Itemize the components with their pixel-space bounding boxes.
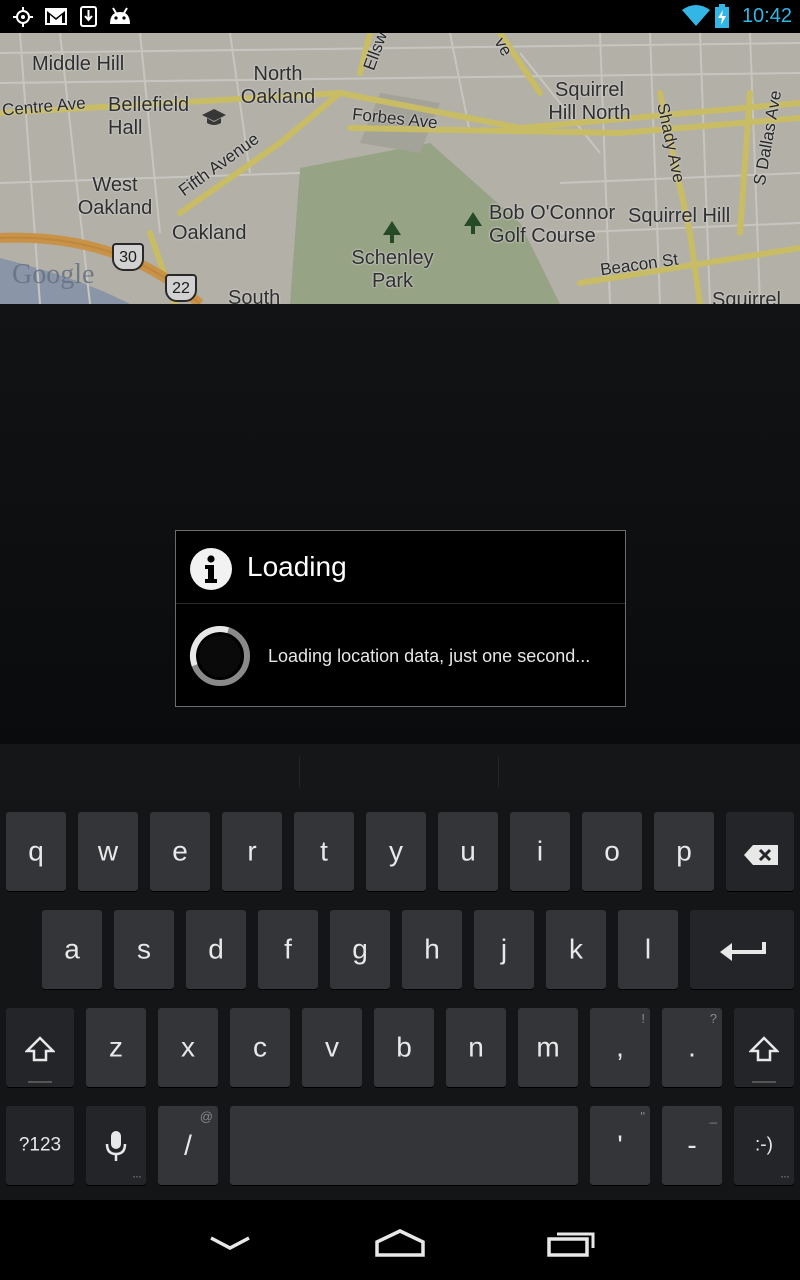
key-x[interactable]: x [158,1008,218,1087]
voice-input-key[interactable]: ··· [86,1106,146,1185]
key-u[interactable]: u [438,812,498,891]
map-label-middle-hill: Middle Hill [32,53,125,75]
key-slash[interactable]: / @ [158,1106,218,1185]
key-t[interactable]: t [294,812,354,891]
route-shield-30: 30 [112,243,144,271]
shift-indicator [752,1081,776,1083]
key-g[interactable]: g [330,910,390,989]
gmail-icon [45,8,67,29]
map-label-golf-course: Bob O'Connor Golf Course [489,202,616,247]
key-c[interactable]: c [230,1008,290,1087]
key-r[interactable]: r [222,812,282,891]
gps-icon [12,6,34,32]
suggestion-divider [299,756,300,788]
status-bar: 10:42 [0,0,800,33]
map-label-west-oakland: West Oakland [77,174,153,219]
key-k[interactable]: k [546,910,606,989]
key-p[interactable]: p [654,812,714,891]
android-icon [108,6,132,30]
key-b[interactable]: b [374,1008,434,1087]
recent-apps-icon[interactable] [546,1228,598,1262]
more-dots: ··· [132,1169,142,1183]
key-w[interactable]: w [78,812,138,891]
key-v[interactable]: v [302,1008,362,1087]
enter-arrow-icon [718,938,766,970]
key-i[interactable]: i [510,812,570,891]
suggestion-strip [0,744,800,799]
map-view[interactable]: Middle Hill North Oakland Bellefield Hal… [0,33,800,304]
shift-arrow-icon [747,1036,781,1069]
google-watermark: Google [12,259,95,290]
key-n[interactable]: n [446,1008,506,1087]
backspace-key[interactable] [726,812,794,891]
wifi-icon [682,5,710,31]
hide-keyboard-icon[interactable] [208,1234,252,1256]
home-icon[interactable] [374,1228,426,1262]
map-label-bellefield-hall: Bellefield Hall [108,94,190,139]
key-a[interactable]: a [42,910,102,989]
key-o[interactable]: o [582,812,642,891]
key-dash[interactable]: - _ [662,1106,722,1185]
key-s[interactable]: s [114,910,174,989]
enter-key[interactable] [690,910,794,989]
dialog-title: Loading [247,551,347,582]
key-h[interactable]: h [402,910,462,989]
map-label-squirrel-hill-north: Squirrel Hill North [548,79,631,124]
backspace-icon [743,841,779,873]
key-q[interactable]: q [6,812,66,891]
shift-indicator [28,1081,52,1083]
more-dots: ··· [780,1169,790,1183]
map-label-south: South [228,287,281,304]
shift-key-right[interactable] [734,1008,794,1087]
dialog-message: Loading location data, just one second..… [268,646,591,666]
smiley-key[interactable]: :-) ··· [734,1106,794,1185]
dialog-header: Loading [176,531,625,604]
status-clock: 10:42 [741,5,792,27]
space-bar[interactable] [230,1106,578,1185]
key-m[interactable]: m [518,1008,578,1087]
key-f[interactable]: f [258,910,318,989]
download-icon [80,6,97,31]
suggestion-divider [498,756,499,788]
map-label-squirrel-hill: Squirrel Hill [628,205,731,227]
map-label-squirrel: Squirrel [712,289,781,304]
key-e[interactable]: e [150,812,210,891]
key-l[interactable]: l [618,910,678,989]
loading-spinner-icon [189,625,251,687]
key-y[interactable]: y [366,812,426,891]
key-comma[interactable]: ,! [590,1008,650,1087]
key-d[interactable]: d [186,910,246,989]
map-label-schenley-park: Schenley Park [351,247,434,292]
navigation-bar [0,1200,800,1280]
info-icon [190,548,232,590]
key-j[interactable]: j [474,910,534,989]
map-label-oakland: Oakland [172,222,247,244]
key-z[interactable]: z [86,1008,146,1087]
key-period[interactable]: .? [662,1008,722,1087]
route-shield-22: 22 [165,274,197,302]
map-label-north-oakland: North Oakland [240,63,316,108]
soft-keyboard: q w e r t y u i o p a s d f g h j k l z … [0,744,800,1200]
battery-charging-icon [715,4,729,32]
shift-key-left[interactable] [6,1008,74,1087]
loading-dialog: Loading Loading location data, just one … [175,530,626,707]
symbols-key[interactable]: ?123 [6,1106,74,1185]
shift-arrow-icon [23,1036,57,1069]
microphone-icon [105,1130,127,1169]
key-apostrophe[interactable]: ' " [590,1106,650,1185]
